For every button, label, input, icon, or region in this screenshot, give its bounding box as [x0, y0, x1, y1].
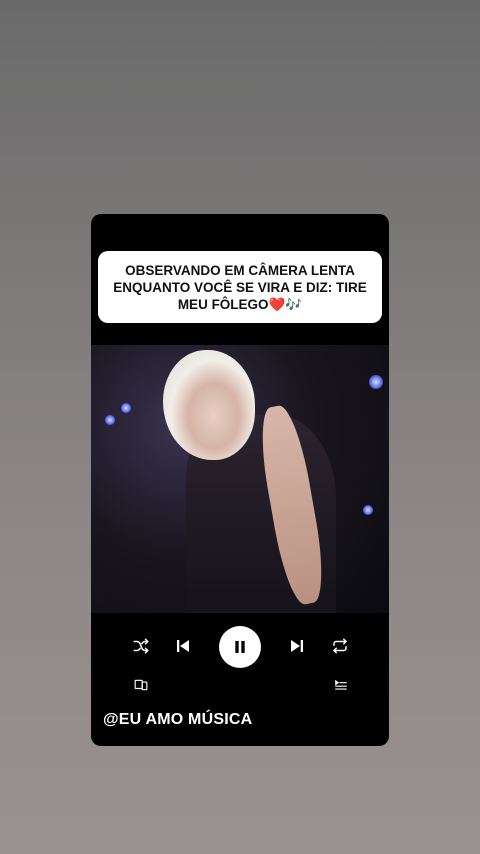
performer-head	[163, 350, 255, 460]
caption-text: OBSERVANDO EM CÂMERA LENTA ENQUANTO VOCÊ…	[113, 262, 367, 312]
skip-previous-icon[interactable]	[171, 626, 195, 666]
playback-controls	[91, 626, 389, 668]
stage-light	[105, 415, 115, 425]
skip-next-icon[interactable]	[285, 626, 309, 666]
secondary-controls	[91, 674, 389, 696]
pause-icon	[235, 641, 245, 653]
pause-button[interactable]	[219, 626, 261, 668]
shuffle-icon[interactable]	[129, 626, 153, 666]
caption-bubble: OBSERVANDO EM CÂMERA LENTA ENQUANTO VOCÊ…	[98, 251, 382, 323]
stage-light	[363, 505, 373, 515]
video-frame[interactable]	[91, 345, 389, 613]
devices-icon[interactable]	[131, 674, 151, 696]
queue-icon[interactable]	[331, 674, 351, 696]
repeat-icon[interactable]	[328, 626, 352, 666]
story-card: OBSERVANDO EM CÂMERA LENTA ENQUANTO VOCÊ…	[91, 214, 389, 746]
account-handle: @EU AMO MÚSICA	[103, 711, 253, 728]
stage-light	[369, 375, 383, 389]
stage-light	[121, 403, 131, 413]
